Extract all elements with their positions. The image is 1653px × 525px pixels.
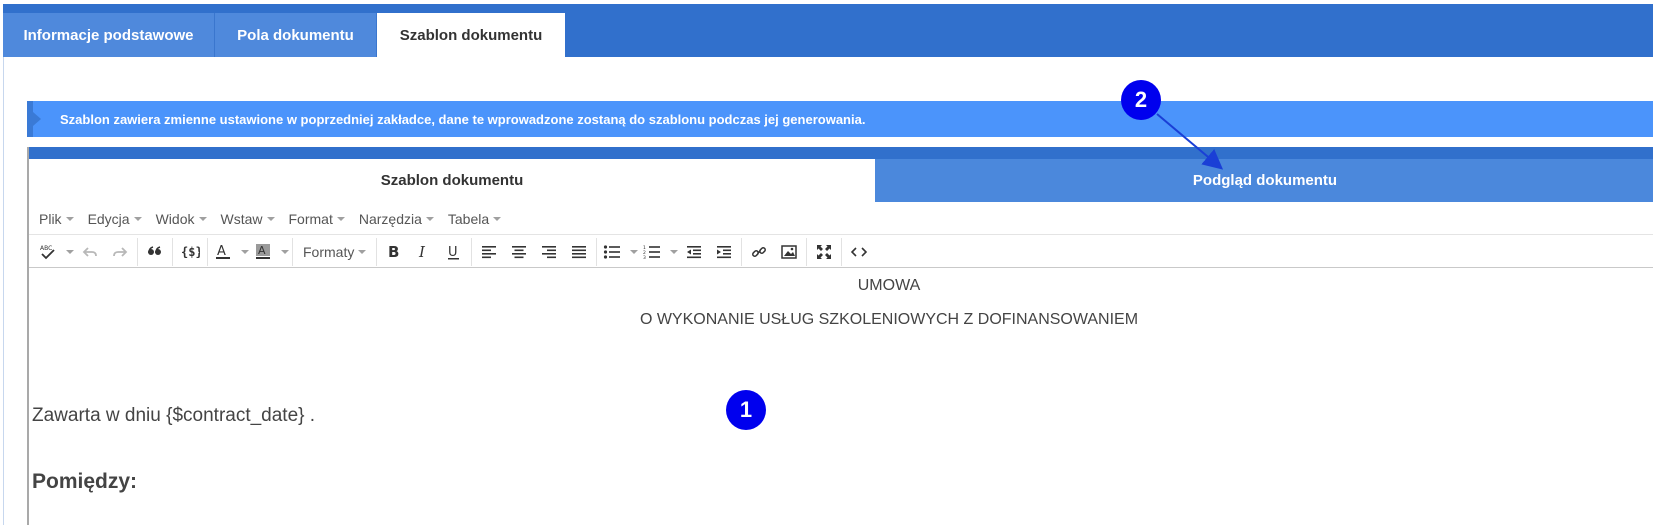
chevron-down-icon (358, 249, 367, 254)
underline-icon[interactable]: U (439, 238, 469, 266)
toolbar-separator (596, 237, 598, 266)
toolbar-separator (292, 237, 293, 266)
undo-icon[interactable] (75, 238, 105, 266)
tab-document-fields[interactable]: Pola dokumentu (215, 13, 377, 57)
toolbar-separator (741, 237, 743, 266)
toolbar-separator (471, 237, 473, 266)
svg-text:A: A (258, 244, 266, 257)
info-banner: Szablon zawiera zmienne ustawione w popr… (27, 101, 1653, 137)
italic-icon[interactable]: I (409, 238, 439, 266)
top-tabs: Informacje podstawowe Pola dokumentu Sza… (3, 13, 565, 57)
variable-insert-icon[interactable]: {$} (175, 238, 205, 266)
editor-toolbar: ABC {$} A A Formaty B I (29, 236, 1653, 268)
formats-dropdown[interactable]: Formaty (295, 238, 374, 266)
toolbar-separator (806, 237, 808, 266)
parties-heading: Pomiędzy: (32, 470, 138, 493)
editor-tab-template[interactable]: Szablon dokumentu (29, 159, 875, 202)
contract-date-line: Zawarta w dniu {$contract_date} . (32, 405, 316, 426)
menu-file[interactable]: Plik (39, 211, 74, 227)
menu-view[interactable]: Widok (156, 211, 207, 227)
menu-format[interactable]: Format (289, 211, 345, 227)
menu-insert[interactable]: Wstaw (221, 211, 275, 227)
annotation-marker-2: 2 (1121, 80, 1161, 120)
image-icon[interactable] (774, 238, 804, 266)
tab-basic-info[interactable]: Informacje podstawowe (3, 13, 215, 57)
align-justify-icon[interactable] (564, 238, 594, 266)
background-color-icon[interactable]: A (250, 238, 276, 266)
blockquote-icon[interactable] (140, 238, 170, 266)
numbered-list-dropdown-icon[interactable] (665, 238, 679, 266)
align-left-icon[interactable] (474, 238, 504, 266)
document-title: UMOWA (857, 277, 921, 294)
svg-text:A: A (217, 244, 226, 259)
document-subtitle: O WYKONANIE USŁUG SZKOLENIOWYCH Z DOFINA… (639, 311, 1139, 328)
chevron-down-icon (493, 216, 502, 221)
svg-text:U: U (448, 245, 458, 260)
svg-text:{$}: {$} (181, 245, 200, 259)
toolbar-separator (137, 237, 138, 266)
editor-tab-preview[interactable]: Podgląd dokumentu (875, 159, 1653, 202)
text-color-dropdown-icon[interactable] (236, 238, 250, 266)
link-icon[interactable] (744, 238, 774, 266)
redo-icon[interactable] (105, 238, 135, 266)
chevron-down-icon (198, 216, 207, 221)
toolbar-separator (841, 237, 843, 266)
tab-document-template[interactable]: Szablon dokumentu (377, 13, 565, 57)
editor-menubar: Plik Edycja Widok Wstaw Format Narzędzia… (29, 203, 1653, 235)
numbered-list-icon[interactable]: 123 (639, 238, 665, 266)
outdent-icon[interactable] (679, 238, 709, 266)
menu-tools[interactable]: Narzędzia (359, 211, 434, 227)
toolbar-separator (376, 237, 378, 266)
menu-table[interactable]: Tabela (448, 211, 502, 227)
source-code-icon[interactable] (844, 238, 874, 266)
align-right-icon[interactable] (534, 238, 564, 266)
background-color-dropdown-icon[interactable] (276, 238, 290, 266)
align-center-icon[interactable] (504, 238, 534, 266)
chevron-down-icon (425, 216, 434, 221)
spellcheck-dropdown-icon[interactable] (61, 238, 75, 266)
spellcheck-icon[interactable]: ABC (35, 238, 61, 266)
bold-icon[interactable]: B (379, 238, 409, 266)
content-left-border (3, 57, 4, 525)
text-color-icon[interactable]: A (210, 238, 236, 266)
chevron-down-icon (65, 216, 74, 221)
template-editor: Szablon dokumentu Podgląd dokumentu Plik… (27, 147, 1653, 525)
svg-text:3: 3 (643, 255, 646, 259)
svg-text:B: B (388, 244, 399, 260)
info-banner-text: Szablon zawiera zmienne ustawione w popr… (60, 111, 866, 127)
indent-icon[interactable] (709, 238, 739, 266)
annotation-marker-1: 1 (726, 390, 766, 430)
editor-top-strip (29, 147, 1653, 159)
chevron-down-icon (133, 216, 142, 221)
svg-text:I: I (418, 244, 426, 260)
toolbar-separator (207, 237, 208, 266)
svg-text:ABC: ABC (40, 245, 52, 252)
bullet-list-icon[interactable] (599, 238, 625, 266)
chevron-down-icon (336, 216, 345, 221)
bullet-list-dropdown-icon[interactable] (625, 238, 639, 266)
menu-edit[interactable]: Edycja (88, 211, 142, 227)
fullscreen-icon[interactable] (809, 238, 839, 266)
toolbar-separator (172, 237, 173, 266)
chevron-down-icon (266, 216, 275, 221)
document-content[interactable]: UMOWA O WYKONANIE USŁUG SZKOLENIOWYCH Z … (29, 269, 1653, 525)
